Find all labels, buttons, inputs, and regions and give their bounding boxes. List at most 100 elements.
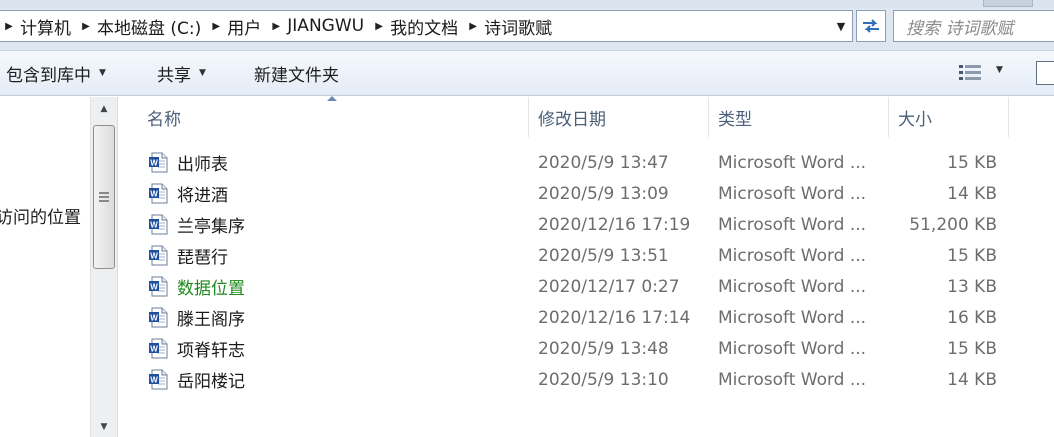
file-date: 2020/5/9 13:51 xyxy=(538,245,669,266)
file-size: 51,200 KB xyxy=(909,214,997,235)
file-name[interactable]: 数据位置 xyxy=(148,271,245,302)
chevron-right-icon[interactable]: ▶ xyxy=(77,11,95,41)
file-type: Microsoft Word ... xyxy=(718,245,867,266)
file-row[interactable]: W 岳阳楼记 2020/5/9 13:10 Microsoft Word ... 14 … xyxy=(119,364,1054,395)
file-name-label: 出师表 xyxy=(177,155,228,175)
file-row[interactable]: W 数据位置 2020/12/17 0:27 Microsoft Word ... 13… xyxy=(119,271,1054,302)
breadcrumb-users[interactable]: ▶ 用户 xyxy=(207,11,267,41)
file-row[interactable]: W 滕王阁序 2020/12/16 17:14 Microsoft Word ... 1… xyxy=(119,302,1054,333)
chevron-right-icon[interactable]: ▶ xyxy=(207,11,225,41)
file-type: Microsoft Word ... xyxy=(718,214,867,235)
share-label: 共享 xyxy=(157,65,191,86)
file-name-label: 琵琶行 xyxy=(177,248,228,268)
breadcrumb-label[interactable]: JIANGWU xyxy=(285,16,370,36)
file-date: 2020/5/9 13:48 xyxy=(538,338,669,359)
column-header-label: 类型 xyxy=(718,109,752,130)
include-in-library-button[interactable]: 包含到库中 ▼ xyxy=(6,51,106,95)
dropdown-caret-icon: ▼ xyxy=(199,68,206,78)
file-row[interactable]: W 琵琶行 2020/5/9 13:51 Microsoft Word ... 15 K… xyxy=(119,240,1054,271)
file-row[interactable]: W 出师表 2020/5/9 13:47 Microsoft Word ... 15 K… xyxy=(119,147,1054,178)
file-date: 2020/12/16 17:14 xyxy=(538,307,691,328)
view-dropdown-caret-icon[interactable]: ▼ xyxy=(996,65,1003,75)
file-row[interactable]: W 兰亭集序 2020/12/16 17:19 Microsoft Word ... 5… xyxy=(119,209,1054,240)
breadcrumb-label[interactable]: 计算机 xyxy=(18,14,77,39)
column-header-label: 修改日期 xyxy=(538,109,606,130)
file-name[interactable]: 滕王阁序 xyxy=(148,302,245,333)
file-type: Microsoft Word ... xyxy=(718,338,867,359)
address-strip: ▶ 计算机 ▶ 本地磁盘 (C:) ▶ 用户 ▶ JIANGWU ▶ 我的文档 … xyxy=(0,0,1054,50)
file-name[interactable]: 琵琶行 xyxy=(148,240,228,271)
file-type: Microsoft Word ... xyxy=(718,183,867,204)
breadcrumb-label[interactable]: 我的文档 xyxy=(388,14,464,39)
scroll-down-icon[interactable]: ▼ xyxy=(91,417,117,437)
file-row[interactable]: W 项脊轩志 2020/5/9 13:48 Microsoft Word ... 15 … xyxy=(119,333,1054,364)
file-row[interactable]: W 将进酒 2020/5/9 13:09 Microsoft Word ... 14 K… xyxy=(119,178,1054,209)
file-name[interactable]: 兰亭集序 xyxy=(148,209,245,240)
file-size: 14 KB xyxy=(947,369,997,390)
file-size: 15 KB xyxy=(947,338,997,359)
refresh-button[interactable] xyxy=(856,10,886,42)
file-name[interactable]: 岳阳楼记 xyxy=(148,364,245,395)
file-size: 14 KB xyxy=(947,183,997,204)
search-placeholder: 搜索 诗词歌赋 xyxy=(906,18,1014,39)
breadcrumb-local-disk[interactable]: ▶ 本地磁盘 (C:) xyxy=(77,11,207,41)
breadcrumb-label[interactable]: 本地磁盘 (C:) xyxy=(95,14,207,39)
file-name-label: 兰亭集序 xyxy=(177,217,245,237)
chevron-right-icon[interactable]: ▶ xyxy=(267,11,285,41)
include-in-library-label: 包含到库中 xyxy=(6,65,91,86)
file-name-label: 将进酒 xyxy=(177,186,228,206)
preview-pane-button[interactable] xyxy=(1036,61,1054,85)
file-size: 15 KB xyxy=(947,245,997,266)
file-size: 13 KB xyxy=(947,276,997,297)
column-header-date[interactable]: 修改日期 xyxy=(528,97,708,137)
file-name[interactable]: 将进酒 xyxy=(148,178,228,209)
scrollbar-thumb[interactable] xyxy=(93,125,115,269)
window-top-edge xyxy=(0,0,1054,8)
breadcrumb-user-folder[interactable]: ▶ JIANGWU xyxy=(267,11,370,41)
command-bar: 包含到库中 ▼ 共享 ▼ 新建文件夹 ▼ xyxy=(0,50,1054,96)
breadcrumb-label[interactable]: 诗词歌赋 xyxy=(482,14,558,39)
new-folder-label: 新建文件夹 xyxy=(254,65,339,86)
column-header-type[interactable]: 类型 xyxy=(708,97,888,137)
refresh-icon xyxy=(863,19,879,33)
file-name-label: 滕王阁序 xyxy=(177,310,245,330)
address-history-dropdown[interactable]: ▼ xyxy=(829,10,853,42)
file-name[interactable]: 出师表 xyxy=(148,147,228,178)
file-type: Microsoft Word ... xyxy=(718,276,867,297)
file-date: 2020/5/9 13:10 xyxy=(538,369,669,390)
breadcrumb-label[interactable]: 用户 xyxy=(225,14,267,39)
address-bar[interactable]: ▶ 计算机 ▶ 本地磁盘 (C:) ▶ 用户 ▶ JIANGWU ▶ 我的文档 … xyxy=(0,10,853,42)
column-header-size[interactable]: 大小 xyxy=(888,97,1008,137)
file-type: Microsoft Word ... xyxy=(718,307,867,328)
file-name-label: 数据位置 xyxy=(177,279,245,299)
breadcrumb-my-documents[interactable]: ▶ 我的文档 xyxy=(370,11,464,41)
file-size: 15 KB xyxy=(947,152,997,173)
nav-pane-scrollbar[interactable]: ▲ ▼ xyxy=(90,97,118,437)
share-button[interactable]: 共享 ▼ xyxy=(157,51,206,95)
search-input[interactable]: 搜索 诗词歌赋 xyxy=(893,10,1054,42)
chevron-right-icon[interactable]: ▶ xyxy=(370,11,388,41)
chevron-right-icon[interactable]: ▶ xyxy=(0,11,18,41)
file-size: 16 KB xyxy=(947,307,997,328)
window-control-button[interactable] xyxy=(983,0,1033,7)
column-header-label: 大小 xyxy=(898,109,932,130)
file-type: Microsoft Word ... xyxy=(718,152,867,173)
breadcrumb-current-folder[interactable]: ▶ 诗词歌赋 xyxy=(464,11,558,41)
file-name[interactable]: 项脊轩志 xyxy=(148,333,245,364)
chevron-right-icon[interactable]: ▶ xyxy=(464,11,482,41)
scroll-up-icon[interactable]: ▲ xyxy=(91,99,117,119)
nav-item-recent-places[interactable]: 访问的位置 xyxy=(0,203,81,228)
column-divider[interactable] xyxy=(1008,97,1009,137)
file-date: 2020/5/9 13:47 xyxy=(538,152,669,173)
breadcrumb-computer[interactable]: ▶ 计算机 xyxy=(0,11,77,41)
file-name-label: 岳阳楼记 xyxy=(177,372,245,392)
file-name-label: 项脊轩志 xyxy=(177,341,245,361)
file-date: 2020/12/16 17:19 xyxy=(538,214,691,235)
navigation-pane: 访问的位置 xyxy=(0,97,90,437)
view-options-icon[interactable] xyxy=(958,63,982,83)
dropdown-caret-icon: ▼ xyxy=(99,68,106,78)
file-date: 2020/5/9 13:09 xyxy=(538,183,669,204)
column-header-name[interactable]: 名称 xyxy=(137,97,528,137)
new-folder-button[interactable]: 新建文件夹 xyxy=(254,51,339,95)
grip-icon xyxy=(99,192,109,202)
